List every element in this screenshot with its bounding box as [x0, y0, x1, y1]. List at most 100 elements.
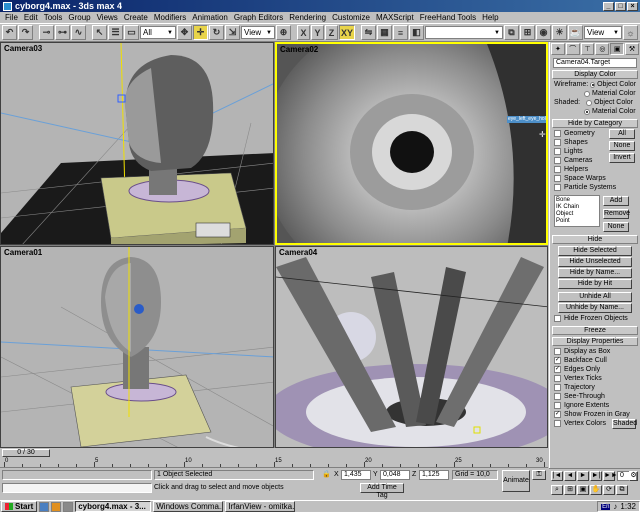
select-link-icon[interactable]: ⊸ — [39, 25, 54, 40]
axis-x-button[interactable]: X — [297, 25, 310, 40]
display-property-checkbox[interactable]: ✓ — [554, 411, 561, 418]
time-config-icon[interactable]: ⚙ — [629, 471, 638, 481]
lock-icon[interactable]: 🔒 — [322, 470, 331, 478]
play-button[interactable]: ► — [577, 471, 589, 481]
display-property-checkbox[interactable] — [554, 393, 561, 400]
timeline-ruler[interactable]: 0 5 10 15 20 25 30 — [0, 458, 548, 468]
axis-xy-button[interactable]: XY — [339, 25, 355, 40]
display-property-checkbox[interactable] — [554, 384, 561, 391]
display-property-checkbox[interactable] — [554, 348, 561, 355]
zoom-all-icon[interactable]: ⊞ — [564, 485, 576, 495]
align-icon[interactable]: ≡ — [393, 25, 408, 40]
menu-animation[interactable]: Animation — [189, 13, 231, 22]
move-active-icon[interactable]: ✛ — [193, 25, 208, 40]
unhide-all-button[interactable]: Unhide All — [558, 292, 632, 302]
y-coordinate-field[interactable]: 0,048 — [380, 470, 410, 480]
hide-by-name-button[interactable]: Hide by Name... — [558, 268, 632, 278]
track-view-icon[interactable]: ⧉ — [504, 25, 519, 40]
named-selection-sets-dropdown[interactable]: ▼ — [425, 26, 503, 39]
material-editor-icon[interactable]: ◉ — [536, 25, 551, 40]
menu-customize[interactable]: Customize — [329, 13, 373, 22]
rollout-header[interactable]: Hide by Category — [552, 119, 638, 128]
mirror-icon[interactable]: ⇋ — [361, 25, 376, 40]
reference-coord-dropdown[interactable]: View ▼ — [241, 26, 275, 39]
category-checkbox[interactable] — [554, 175, 561, 182]
motion-tab-icon[interactable]: ◎ — [595, 43, 610, 55]
zoom-icon[interactable]: ⌕ — [551, 485, 563, 495]
display-tab-icon[interactable]: ▣ — [610, 43, 625, 55]
list-remove-button[interactable]: Remove — [603, 209, 630, 219]
list-item[interactable]: IK Chain Object — [556, 204, 598, 218]
menu-tools[interactable]: Tools — [41, 13, 66, 22]
previous-frame-button[interactable]: ◄ — [564, 471, 576, 481]
desktop-icon[interactable] — [39, 501, 50, 512]
display-property-checkbox[interactable]: ✓ — [554, 366, 561, 373]
create-tab-icon[interactable]: ✦ — [551, 43, 565, 55]
list-item[interactable]: Point — [556, 218, 598, 225]
category-listbox[interactable]: Bone IK Chain Object Point — [554, 195, 600, 227]
category-checkbox[interactable] — [554, 166, 561, 173]
modify-tab-icon[interactable]: ⌒ — [565, 43, 580, 55]
speaker-icon[interactable]: ♪ — [613, 502, 617, 511]
select-and-scale-icon[interactable]: ⇲ — [225, 25, 240, 40]
hide-frozen-checkbox[interactable] — [554, 315, 561, 322]
viewport-label[interactable]: Camera03 — [4, 44, 42, 53]
undo-icon[interactable]: ↶ — [2, 25, 17, 40]
rollout-header[interactable]: Freeze — [552, 326, 638, 335]
list-item[interactable]: Bone — [556, 197, 598, 204]
x-coordinate-field[interactable]: 1,435 — [341, 470, 371, 480]
browser-icon[interactable] — [51, 501, 62, 512]
menu-file[interactable]: File — [2, 13, 21, 22]
time-slider-thumb[interactable]: 0 / 30 — [2, 449, 50, 457]
go-to-end-button[interactable]: ►| — [590, 471, 602, 481]
maxscript-listener-field[interactable] — [2, 470, 152, 480]
display-property-checkbox[interactable] — [554, 402, 561, 409]
maximize-button[interactable]: □ — [615, 1, 626, 11]
menu-modifiers[interactable]: Modifiers — [151, 13, 189, 22]
wireframe-object-color-radio[interactable] — [590, 81, 596, 88]
shaded-material-color-radio[interactable] — [584, 108, 590, 115]
menu-graph-editors[interactable]: Graph Editors — [231, 13, 286, 22]
taskbar-item-irfanview[interactable]: IrfanView - omitka... — [225, 501, 296, 512]
hierarchy-tab-icon[interactable]: ⊤ — [580, 43, 595, 55]
rollout-header[interactable]: Display Color — [552, 70, 638, 79]
viewport-camera03[interactable]: Camera03 — [0, 42, 274, 245]
viewport-camera02[interactable]: Camera02 eye_left_eye_hole ✛ — [275, 42, 548, 245]
explorer-icon[interactable] — [63, 501, 74, 512]
schematic-view-icon[interactable]: ⊞ — [520, 25, 535, 40]
menu-group[interactable]: Group — [65, 13, 93, 22]
category-checkbox[interactable] — [554, 139, 561, 146]
hide-selected-button[interactable]: Hide Selected — [558, 246, 632, 256]
maxscript-mini-listener[interactable] — [2, 483, 152, 493]
viewport-label[interactable]: Camera02 — [280, 45, 318, 54]
axis-y-button[interactable]: Y — [311, 25, 324, 40]
hide-by-hit-button[interactable]: Hide by Hit — [558, 279, 632, 289]
selection-filter-dropdown[interactable]: All ▼ — [140, 26, 176, 39]
list-add-button[interactable]: Add — [603, 196, 629, 206]
key-mode-icon[interactable]: ⚿ — [532, 470, 546, 480]
display-property-checkbox[interactable]: ✓ — [554, 357, 561, 364]
rollout-header[interactable]: Display Properties — [552, 337, 638, 346]
select-region-icon[interactable]: ▭ — [124, 25, 139, 40]
menu-rendering[interactable]: Rendering — [286, 13, 329, 22]
menu-create[interactable]: Create — [121, 13, 151, 22]
category-none-button[interactable]: None — [609, 141, 635, 151]
taskbar-item-command[interactable]: Windows Comma... — [153, 501, 224, 512]
time-slider[interactable]: 0 / 30 — [0, 448, 548, 458]
minimize-button[interactable]: _ — [603, 1, 614, 11]
pan-icon[interactable]: ✋ — [590, 485, 602, 495]
object-name-field[interactable]: Camera04.Target — [553, 58, 637, 68]
menu-maxscript[interactable]: MAXScript — [373, 13, 417, 22]
category-checkbox[interactable] — [554, 184, 561, 191]
select-and-move-icon[interactable]: ✥ — [177, 25, 192, 40]
named-selection-icon[interactable]: ◧ — [409, 25, 424, 40]
category-invert-button[interactable]: Invert — [609, 153, 635, 163]
menu-views[interactable]: Views — [94, 13, 121, 22]
zoom-extents-icon[interactable]: ▣ — [577, 485, 589, 495]
unlink-icon[interactable]: ⊶ — [55, 25, 70, 40]
category-checkbox[interactable] — [554, 157, 561, 164]
array-icon[interactable]: ▦ — [377, 25, 392, 40]
viewport-label[interactable]: Camera04 — [279, 248, 317, 257]
utilities-tab-icon[interactable]: ⚒ — [625, 43, 639, 55]
arc-rotate-icon[interactable]: ⟳ — [603, 485, 615, 495]
